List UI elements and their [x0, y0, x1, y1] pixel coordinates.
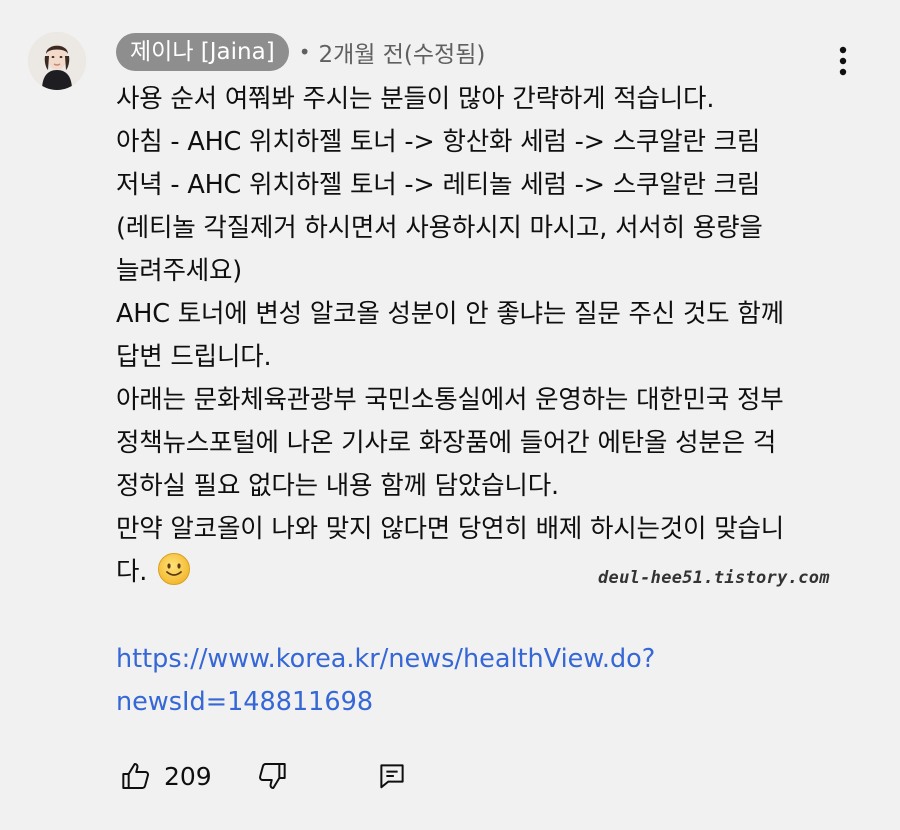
comment-line: AHC 토너에 변성 알코올 성분이 안 좋냐는 질문 주신 것도 함께	[116, 299, 784, 329]
comment-line: 만약 알코올이 나와 맞지 않다면 당연히 배제 하시는것이 맞습니	[116, 514, 785, 544]
author-name-chip[interactable]: 제이나 [Jaina]	[116, 33, 289, 71]
reply-button[interactable]	[372, 756, 412, 796]
meta-separator: •	[298, 40, 311, 64]
news-link-line: https://www.korea.kr/news/healthView.do?	[116, 644, 656, 674]
comment-line: (레티놀 각질제거 하시면서 사용하시지 마시고, 서서히 용량을	[116, 213, 763, 243]
more-vert-icon	[839, 46, 847, 76]
author-avatar[interactable]	[28, 32, 86, 90]
more-options-button[interactable]	[826, 44, 860, 78]
like-count: 209	[164, 761, 212, 791]
comment-line: 답변 드립니다.	[116, 342, 272, 372]
watermark-text: deul-hee51.tistory.com	[598, 568, 830, 588]
comment-timestamp[interactable]: 2개월 전(수정됨)	[318, 35, 485, 69]
news-link[interactable]: https://www.korea.kr/news/healthView.do?…	[116, 638, 655, 724]
smiling-face-emoji	[157, 552, 191, 600]
comment-reply-icon	[380, 764, 404, 789]
thumb-up-icon	[122, 763, 149, 789]
comment-line: 정하실 필요 없다는 내용 함께 담았습니다.	[116, 471, 559, 501]
comment-line: 아래는 문화체육관광부 국민소통실에서 운영하는 대한민국 정부	[116, 385, 784, 415]
comment-line-text: 다.	[116, 557, 148, 587]
comment-line: 사용 순서 여쭤봐 주시는 분들이 많아 간략하게 적습니다.	[116, 84, 715, 114]
thumb-down-icon	[258, 763, 286, 789]
news-link-line: newsId=148811698	[116, 687, 374, 717]
comment-header: 제이나 [Jaina] • 2개월 전(수정됨)	[116, 33, 485, 71]
avatar-portrait-image	[28, 32, 86, 90]
comment-body: 사용 순서 여쭤봐 주시는 분들이 많아 간략하게 적습니다. 아침 - AHC…	[116, 78, 846, 600]
comment-line: 아침 - AHC 위치하젤 토너 -> 항산화 세럼 -> 스쿠알란 크림	[116, 127, 761, 157]
like-button[interactable]	[116, 756, 156, 796]
comment-line: 정책뉴스포털에 나온 기사로 화장품에 들어간 에탄올 성분은 걱	[116, 428, 777, 458]
dislike-button[interactable]	[252, 756, 292, 796]
comment-line: 늘려주세요)	[116, 256, 243, 286]
comment-line: 저녁 - AHC 위치하젤 토너 -> 레티놀 세럼 -> 스쿠알란 크림	[116, 170, 761, 200]
comment-actions: 209	[116, 752, 412, 800]
